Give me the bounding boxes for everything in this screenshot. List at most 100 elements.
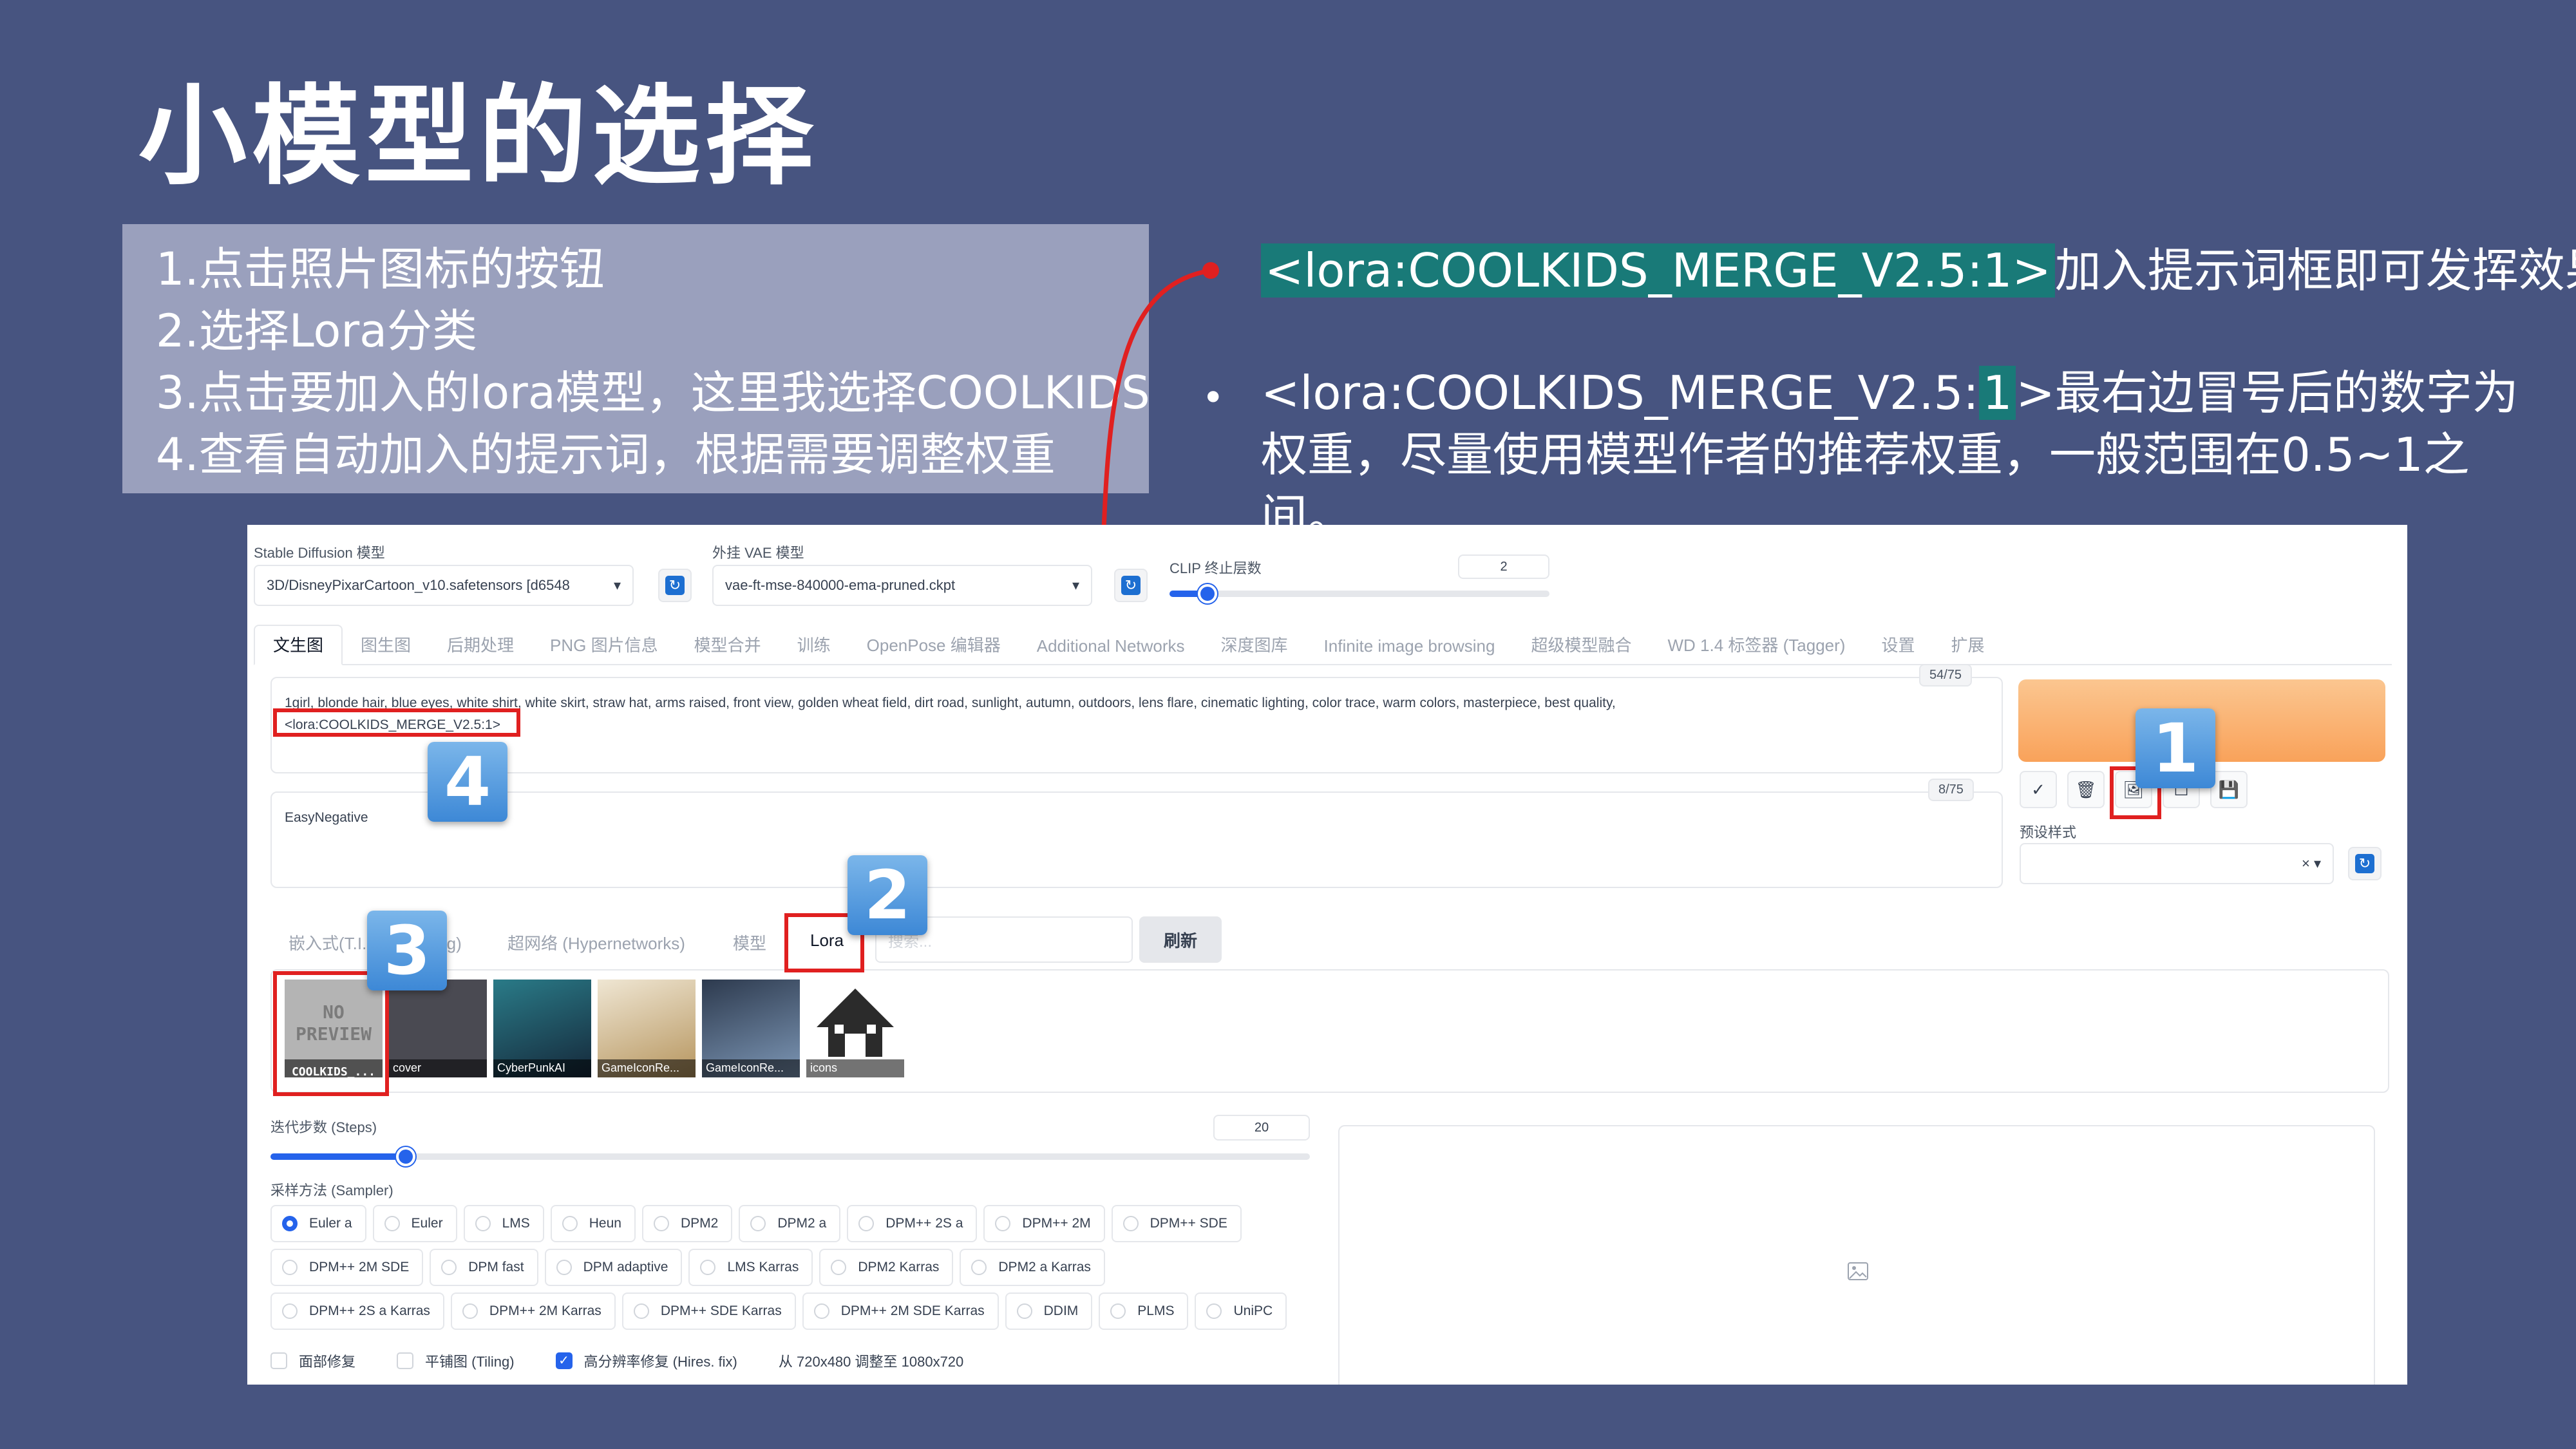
sampler-option[interactable]: DPM2 xyxy=(641,1205,733,1242)
sampler-option[interactable]: DPM2 Karras xyxy=(819,1249,954,1286)
output-image-panel xyxy=(1338,1125,2375,1385)
sampler-option[interactable]: UniPC xyxy=(1195,1293,1287,1330)
tab-wd14-tagger[interactable]: WD 1.4 标签器 (Tagger) xyxy=(1649,632,1863,664)
sampler-option[interactable]: DPM++ 2M Karras xyxy=(450,1293,616,1330)
steps-slider-fill xyxy=(270,1153,406,1160)
sampler-option[interactable]: DPM++ SDE xyxy=(1111,1205,1242,1242)
sampler-option-label: DPM fast xyxy=(468,1260,524,1274)
checkbox-box: ✓ xyxy=(555,1352,573,1369)
clip-slider[interactable] xyxy=(1170,584,1549,603)
clip-value-input[interactable]: 2 xyxy=(1458,554,1549,579)
tab-img2img[interactable]: 图生图 xyxy=(343,632,429,664)
refresh-vae-button[interactable]: ↻ xyxy=(1114,569,1148,602)
radio-dot xyxy=(858,1216,875,1231)
vae-select[interactable]: vae-ft-mse-840000-ema-pruned.ckpt ▾ xyxy=(712,565,1092,606)
tab-extras[interactable]: 后期处理 xyxy=(429,632,532,664)
prompt-line-2: <lora:COOLKIDS_MERGE_V2.5:1> xyxy=(285,717,500,732)
sampler-option[interactable]: DPM adaptive xyxy=(544,1249,683,1286)
sd-model-label: Stable Diffusion 模型 xyxy=(254,545,385,561)
sampler-option[interactable]: DPM fast xyxy=(430,1249,538,1286)
sampler-option-label: Euler a xyxy=(309,1216,352,1231)
radio-dot xyxy=(282,1303,298,1319)
subtab-checkpoints[interactable]: 模型 xyxy=(733,931,766,954)
hires-fix-checkbox[interactable]: ✓ 高分辨率修复 (Hires. fix) xyxy=(555,1350,737,1371)
radio-dot xyxy=(633,1303,649,1319)
sampler-option[interactable]: DPM++ 2S a xyxy=(847,1205,978,1242)
tab-depth-library[interactable]: 深度图库 xyxy=(1203,632,1306,664)
sampler-option[interactable]: DDIM xyxy=(1005,1293,1093,1330)
lora-card-cyberpunk[interactable]: CyberPunkAI xyxy=(493,980,591,1077)
sampler-option[interactable]: DPM++ SDE Karras xyxy=(621,1293,796,1330)
tab-train[interactable]: 训练 xyxy=(779,632,849,664)
clip-slider-knob[interactable] xyxy=(1198,584,1217,603)
sampler-option[interactable]: DPM++ 2S a Karras xyxy=(270,1293,444,1330)
tab-openpose-editor[interactable]: OpenPose 编辑器 xyxy=(849,632,1019,664)
sampler-option[interactable]: Euler xyxy=(372,1205,457,1242)
refresh-icon: ↻ xyxy=(665,576,685,595)
lora-card-gameicon-1[interactable]: GameIconRe... xyxy=(598,980,696,1077)
negative-prompt-textarea[interactable]: EasyNegative xyxy=(270,791,2003,888)
prompt-line-1: 1girl, blonde hair, blue eyes, white shi… xyxy=(285,696,1616,710)
sampler-option[interactable]: DPM2 a Karras xyxy=(960,1249,1105,1286)
sampler-option-label: DPM++ SDE Karras xyxy=(660,1303,782,1318)
tab-checkpoint-merger[interactable]: 模型合并 xyxy=(676,632,779,664)
tool-save-style-button[interactable]: 💾 xyxy=(2210,771,2248,808)
prompt-textarea[interactable]: 1girl, blonde hair, blue eyes, white shi… xyxy=(270,677,2003,773)
radio-dot xyxy=(653,1216,669,1231)
tab-png-info[interactable]: PNG 图片信息 xyxy=(532,632,676,664)
refresh-styles-button[interactable]: ↻ xyxy=(2348,847,2382,880)
sampler-option[interactable]: DPM++ 2M SDE Karras xyxy=(802,1293,999,1330)
sampler-option[interactable]: Euler a xyxy=(270,1205,366,1242)
tab-super-merger[interactable]: 超级模型融合 xyxy=(1513,632,1649,664)
styles-clear-icon[interactable]: × ▾ xyxy=(2302,855,2321,872)
tool-apply-button[interactable]: ✓ xyxy=(2020,771,2057,808)
steps-slider-knob[interactable] xyxy=(395,1147,415,1166)
tab-txt2img[interactable]: 文生图 xyxy=(254,625,343,665)
sampler-option[interactable]: LMS Karras xyxy=(688,1249,813,1286)
radio-dot xyxy=(1206,1303,1222,1319)
tab-additional-networks[interactable]: Additional Networks xyxy=(1019,636,1203,664)
radio-dot xyxy=(1122,1216,1139,1231)
checkbox-label: 高分辨率修复 (Hires. fix) xyxy=(583,1354,737,1370)
radio-dot xyxy=(1110,1303,1126,1319)
steps-value-input[interactable]: 20 xyxy=(1213,1115,1310,1141)
styles-select[interactable]: × ▾ xyxy=(2020,843,2334,884)
extra-networks-refresh-button[interactable]: 刷新 xyxy=(1139,916,1222,963)
sampler-option-label: DPM++ 2S a Karras xyxy=(309,1303,430,1318)
option-checkboxes: 面部修复 平铺图 (Tiling) ✓ 高分辨率修复 (Hires. fix) 从… xyxy=(270,1350,963,1371)
sd-model-select[interactable]: 3D/DisneyPixarCartoon_v10.safetensors [d… xyxy=(254,565,634,606)
negative-token-counter: 8/75 xyxy=(1928,779,1974,801)
checkbox-label: 平铺图 (Tiling) xyxy=(425,1354,515,1370)
lora-card-label: CyberPunkAI xyxy=(493,1059,591,1077)
radio-dot xyxy=(995,1216,1011,1231)
radio-dot xyxy=(556,1260,572,1275)
sampler-option[interactable]: DPM++ 2M SDE xyxy=(270,1249,424,1286)
subtab-hypernetworks[interactable]: 超网络 (Hypernetworks) xyxy=(507,931,685,954)
steps-slider[interactable] xyxy=(270,1147,1310,1166)
radio-dot xyxy=(441,1260,457,1275)
sampler-label: 采样方法 (Sampler) xyxy=(270,1182,393,1198)
tab-infinite-image-browsing[interactable]: Infinite image browsing xyxy=(1306,636,1513,664)
lora-card-gameicon-2[interactable]: GameIconRe... xyxy=(702,980,800,1077)
restore-faces-checkbox[interactable]: 面部修复 xyxy=(270,1350,355,1371)
hires-note: 从 720x480 调整至 1080x720 xyxy=(778,1354,964,1370)
tool-clear-button[interactable]: 🗑 xyxy=(2067,771,2105,808)
tab-settings[interactable]: 设置 xyxy=(1863,632,1933,664)
lora-card-cover[interactable]: cover xyxy=(389,980,487,1077)
radio-dot xyxy=(562,1216,578,1231)
badge-step-4: 4 xyxy=(428,742,507,822)
sampler-option[interactable]: Heun xyxy=(550,1205,636,1242)
tab-extensions[interactable]: 扩展 xyxy=(1933,632,2002,664)
sampler-option[interactable]: LMS xyxy=(463,1205,544,1242)
sampler-option[interactable]: DPM++ 2M xyxy=(983,1205,1105,1242)
badge-step-3: 3 xyxy=(367,911,447,990)
badge-step-1: 1 xyxy=(2136,708,2215,788)
refresh-model-button[interactable]: ↻ xyxy=(658,569,692,602)
sampler-option[interactable]: PLMS xyxy=(1099,1293,1189,1330)
refresh-icon: ↻ xyxy=(1121,576,1141,595)
tiling-checkbox[interactable]: 平铺图 (Tiling) xyxy=(397,1350,515,1371)
sampler-option[interactable]: DPM2 a xyxy=(739,1205,841,1242)
lora-card-label: icons xyxy=(806,1059,904,1077)
lora-card-icons[interactable]: icons xyxy=(806,980,904,1077)
webui-screenshot: Stable Diffusion 模型 3D/DisneyPixarCartoo… xyxy=(247,525,2407,1385)
